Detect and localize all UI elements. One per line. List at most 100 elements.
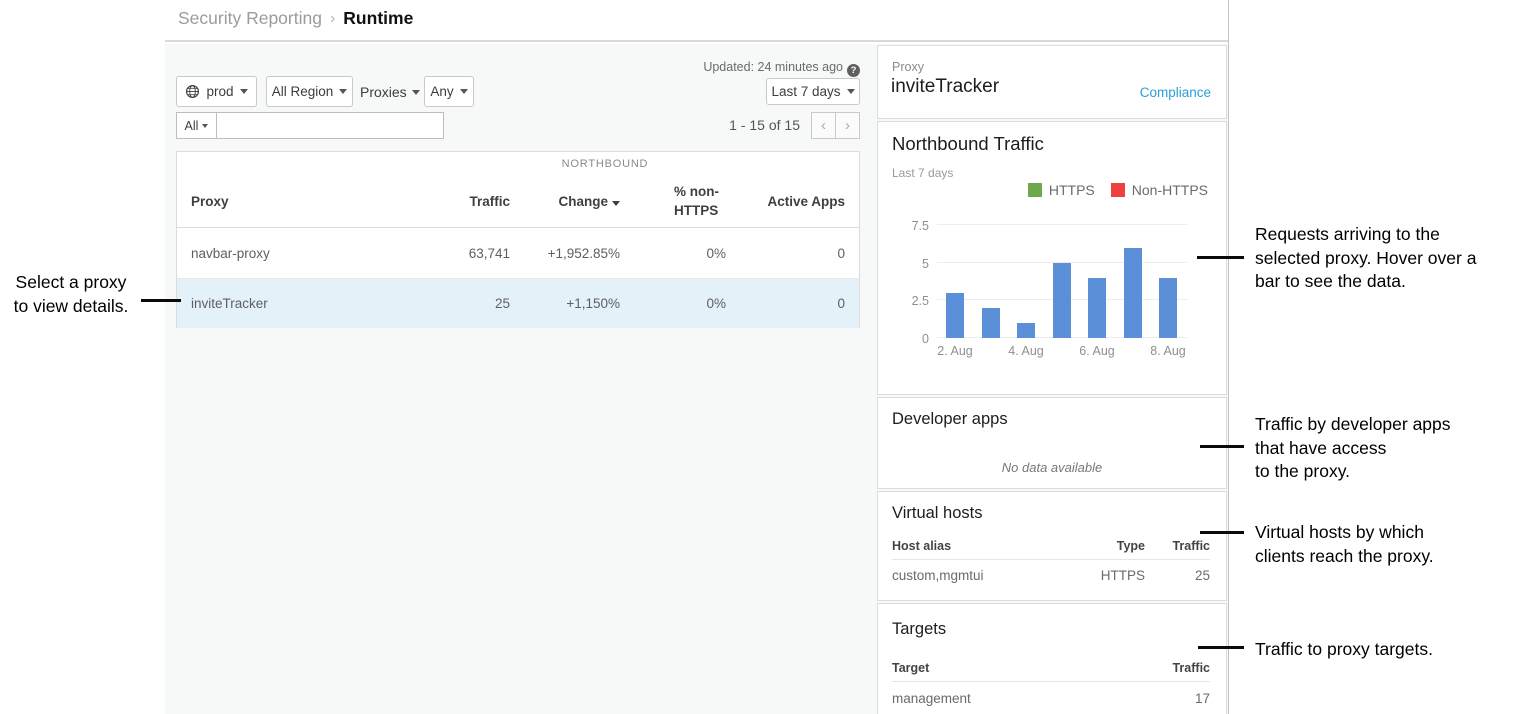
any-dropdown-label: Any xyxy=(430,84,453,99)
pagination-prev-button[interactable]: ‹ xyxy=(811,112,836,139)
breadcrumb-separator-icon: › xyxy=(330,10,335,28)
column-header-host-alias: Host alias xyxy=(892,539,1075,553)
screenshot-right-border xyxy=(1228,0,1229,714)
cell-non-https: 0% xyxy=(620,246,726,261)
help-icon[interactable]: ? xyxy=(847,64,860,77)
annotation-developer-apps: Traffic by developer apps that have acce… xyxy=(1255,413,1516,484)
annotation-line xyxy=(1200,445,1244,448)
y-axis-tick-label: 2.5 xyxy=(889,294,929,308)
x-axis-tick-label: 6. Aug xyxy=(1079,344,1114,358)
legend-label: HTTPS xyxy=(1049,182,1095,198)
region-dropdown[interactable]: All Region xyxy=(266,76,353,107)
chevron-down-icon xyxy=(240,89,248,94)
selected-proxy-name: inviteTracker xyxy=(891,76,999,98)
chevron-right-icon: › xyxy=(845,117,850,134)
cell-traffic: 25 xyxy=(1145,568,1210,583)
search-input[interactable] xyxy=(216,112,444,139)
annotation-line xyxy=(141,299,181,302)
annotation-virtual-hosts: Virtual hosts by which clients reach the… xyxy=(1255,521,1516,568)
table-header-row: Proxy Traffic Change % non-HTTPS Active … xyxy=(177,176,859,228)
column-header-target: Target xyxy=(892,661,1145,675)
virtual-hosts-title: Virtual hosts xyxy=(892,504,983,523)
cell-traffic: 63,741 xyxy=(410,246,510,261)
y-axis-tick-label: 5 xyxy=(889,257,929,271)
chart-subtitle: Last 7 days xyxy=(892,166,953,180)
column-header-traffic: Traffic xyxy=(1145,539,1210,553)
page-title: Runtime xyxy=(343,8,413,29)
x-axis-tick-label: 8. Aug xyxy=(1150,344,1185,358)
annotation-line xyxy=(1200,531,1244,534)
traffic-bar[interactable] xyxy=(1053,263,1071,338)
https-swatch-icon xyxy=(1028,183,1042,197)
no-data-text: No data available xyxy=(878,460,1226,475)
proxies-dropdown[interactable]: Proxies xyxy=(360,84,420,100)
chevron-left-icon: ‹ xyxy=(821,117,826,134)
cell-active-apps: 0 xyxy=(726,296,859,311)
legend-item-non-https: Non-HTTPS xyxy=(1111,182,1208,198)
chart-title: Northbound Traffic xyxy=(892,133,1044,155)
column-header-proxy[interactable]: Proxy xyxy=(177,194,410,209)
traffic-bar[interactable] xyxy=(1159,278,1177,338)
column-header-non-https[interactable]: % non-HTTPS xyxy=(620,183,726,219)
pagination-next-button[interactable]: › xyxy=(835,112,860,139)
breadcrumb: Security Reporting › Runtime xyxy=(178,8,413,29)
compliance-link[interactable]: Compliance xyxy=(1140,85,1211,100)
developer-apps-card: Developer apps No data available xyxy=(877,397,1227,489)
traffic-bar[interactable] xyxy=(982,308,1000,338)
cell-non-https: 0% xyxy=(620,296,726,311)
y-axis-tick-label: 0 xyxy=(889,332,929,346)
annotation-line xyxy=(1198,646,1244,649)
traffic-bar[interactable] xyxy=(946,293,964,338)
column-header-traffic: Traffic xyxy=(1145,661,1210,675)
y-axis-tick-label: 7.5 xyxy=(889,219,929,233)
traffic-bar[interactable] xyxy=(1124,248,1142,338)
traffic-bar[interactable] xyxy=(1088,278,1106,338)
developer-apps-title: Developer apps xyxy=(892,410,1008,429)
northbound-chart-plot: 02.557.52. Aug4. Aug6. Aug8. Aug xyxy=(937,213,1187,338)
date-range-dropdown[interactable]: Last 7 days xyxy=(766,78,860,105)
chevron-down-icon xyxy=(202,124,208,128)
non-https-swatch-icon xyxy=(1111,183,1125,197)
table-group-header: NORTHBOUND xyxy=(505,158,705,170)
column-header-traffic[interactable]: Traffic xyxy=(410,194,510,209)
targets-title: Targets xyxy=(892,620,946,639)
updated-text: Updated: 24 minutes ago xyxy=(703,60,843,74)
globe-icon xyxy=(185,84,200,99)
targets-header-row: Target Traffic xyxy=(892,654,1210,682)
cell-proxy-name: navbar-proxy xyxy=(177,246,410,261)
traffic-bar[interactable] xyxy=(1017,323,1035,338)
table-row[interactable]: navbar-proxy 63,741 +1,952.85% 0% 0 xyxy=(177,228,859,278)
proxies-dropdown-label: Proxies xyxy=(360,84,407,100)
chevron-down-icon xyxy=(847,89,855,94)
chevron-down-icon xyxy=(412,90,420,95)
cell-proxy-name: inviteTracker xyxy=(177,296,410,311)
breadcrumb-section[interactable]: Security Reporting xyxy=(178,8,322,29)
pagination-range: 1 - 15 of 15 xyxy=(640,117,800,133)
cell-type: HTTPS xyxy=(1075,568,1145,583)
search-scope-label: All xyxy=(185,119,199,133)
table-row[interactable]: inviteTracker 25 +1,150% 0% 0 xyxy=(177,278,859,328)
virtual-hosts-card: Virtual hosts Host alias Type Traffic cu… xyxy=(877,491,1227,601)
column-header-type: Type xyxy=(1075,539,1145,553)
environment-dropdown-label: prod xyxy=(206,84,233,99)
cell-traffic: 17 xyxy=(1145,691,1210,706)
updated-status: Updated: 24 minutes ago? xyxy=(560,60,860,77)
annotation-northbound: Requests arriving to the selected proxy.… xyxy=(1255,223,1516,294)
date-range-label: Last 7 days xyxy=(771,84,840,99)
virtual-hosts-header-row: Host alias Type Traffic xyxy=(892,532,1210,560)
column-header-active-apps[interactable]: Active Apps xyxy=(726,194,859,209)
any-dropdown[interactable]: Any xyxy=(424,76,474,107)
environment-dropdown[interactable]: prod xyxy=(176,76,257,107)
cell-active-apps: 0 xyxy=(726,246,859,261)
column-header-change[interactable]: Change xyxy=(510,194,620,209)
cell-change: +1,150% xyxy=(510,296,620,311)
northbound-traffic-card: Northbound Traffic Last 7 days HTTPS Non… xyxy=(877,121,1227,395)
cell-traffic: 25 xyxy=(410,296,510,311)
cell-target: management xyxy=(892,691,1145,706)
proxy-table: NORTHBOUND Proxy Traffic Change % non-HT… xyxy=(176,151,860,328)
legend-item-https: HTTPS xyxy=(1028,182,1095,198)
annotation-line xyxy=(1197,256,1244,259)
legend-label: Non-HTTPS xyxy=(1132,182,1208,198)
search-scope-dropdown[interactable]: All xyxy=(176,112,217,139)
proxy-detail-header-card: Proxy inviteTracker Compliance xyxy=(877,45,1227,119)
